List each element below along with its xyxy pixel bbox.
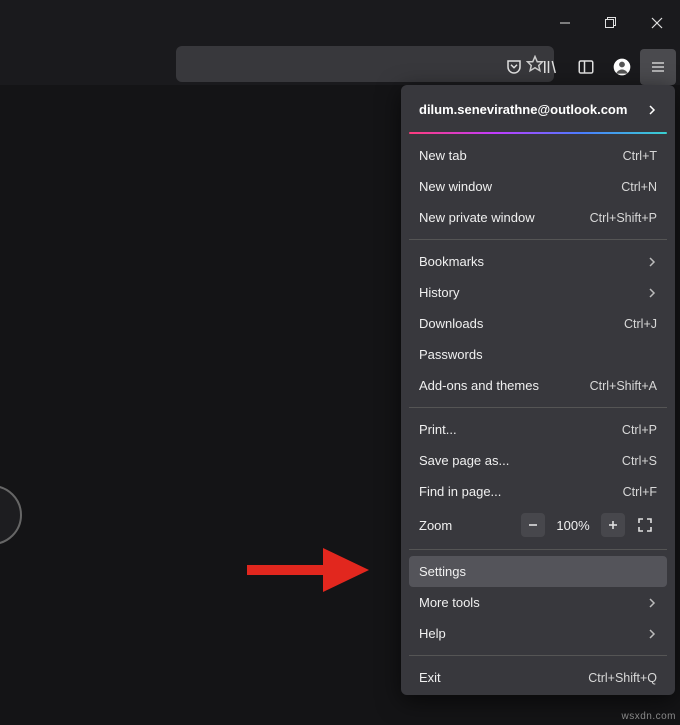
menu-label: New window [419,179,621,194]
hamburger-menu-button[interactable] [640,49,676,85]
arrow-shaft [247,565,323,575]
menu-label: Add-ons and themes [419,378,590,393]
menu-help[interactable]: Help [409,618,667,649]
menu-new-window[interactable]: New window Ctrl+N [409,171,667,202]
menu-label: Exit [419,670,588,685]
chevron-right-icon [647,629,657,639]
menu-label: New private window [419,210,590,225]
watermark-text: wsxdn.com [621,711,676,722]
zoom-out-button[interactable] [521,513,545,537]
menu-zoom: Zoom 100% [409,507,667,543]
menu-label: Passwords [419,347,657,362]
menu-settings[interactable]: Settings [409,556,667,587]
menu-label: Downloads [419,316,624,331]
menu-label: Save page as... [419,453,622,468]
menu-separator [409,407,667,408]
menu-exit[interactable]: Exit Ctrl+Shift+Q [409,662,667,693]
close-button[interactable] [634,12,680,34]
menu-shortcut: Ctrl+Shift+P [590,211,657,225]
arrow-head-icon [323,548,369,592]
account-gradient-divider [409,132,667,134]
menu-bookmarks[interactable]: Bookmarks [409,246,667,277]
menu-shortcut: Ctrl+Shift+Q [588,671,657,685]
fullscreen-button[interactable] [633,513,657,537]
menu-label: More tools [419,595,647,610]
menu-label: New tab [419,148,623,163]
toolbar-right-icons [496,49,676,85]
menu-shortcut: Ctrl+F [623,485,657,499]
menu-more-tools[interactable]: More tools [409,587,667,618]
menu-addons[interactable]: Add-ons and themes Ctrl+Shift+A [409,370,667,401]
zoom-label: Zoom [419,518,513,533]
library-icon[interactable] [532,49,568,85]
menu-label: Bookmarks [419,254,647,269]
menu-shortcut: Ctrl+P [622,423,657,437]
annotation-arrow [247,548,369,592]
window-controls [542,12,680,34]
chevron-right-icon [647,288,657,298]
nav-handle[interactable] [0,485,22,545]
menu-shortcut: Ctrl+S [622,454,657,468]
menu-new-tab[interactable]: New tab Ctrl+T [409,140,667,171]
pocket-icon[interactable] [496,49,532,85]
account-row[interactable]: dilum.senevirathne@outlook.com [409,93,667,126]
menu-label: Print... [419,422,622,437]
zoom-value: 100% [553,518,593,533]
menu-find[interactable]: Find in page... Ctrl+F [409,476,667,507]
account-icon[interactable] [604,49,640,85]
menu-passwords[interactable]: Passwords [409,339,667,370]
account-email: dilum.senevirathne@outlook.com [419,102,627,117]
menu-shortcut: Ctrl+N [621,180,657,194]
menu-print[interactable]: Print... Ctrl+P [409,414,667,445]
sidebar-icon[interactable] [568,49,604,85]
menu-separator [409,549,667,550]
minimize-button[interactable] [542,12,588,34]
menu-save-page[interactable]: Save page as... Ctrl+S [409,445,667,476]
menu-shortcut: Ctrl+Shift+A [590,379,657,393]
app-menu: dilum.senevirathne@outlook.com New tab C… [401,85,675,695]
chevron-right-icon [647,598,657,608]
maximize-button[interactable] [588,12,634,34]
menu-label: Help [419,626,647,641]
menu-downloads[interactable]: Downloads Ctrl+J [409,308,667,339]
menu-label: Find in page... [419,484,623,499]
menu-label: Settings [419,564,657,579]
menu-new-private-window[interactable]: New private window Ctrl+Shift+P [409,202,667,233]
menu-label: History [419,285,647,300]
menu-separator [409,239,667,240]
menu-shortcut: Ctrl+T [623,149,657,163]
menu-history[interactable]: History [409,277,667,308]
chevron-right-icon [647,257,657,267]
menu-separator [409,655,667,656]
titlebar [0,0,680,43]
zoom-in-button[interactable] [601,513,625,537]
chevron-right-icon [647,105,657,115]
menu-shortcut: Ctrl+J [624,317,657,331]
